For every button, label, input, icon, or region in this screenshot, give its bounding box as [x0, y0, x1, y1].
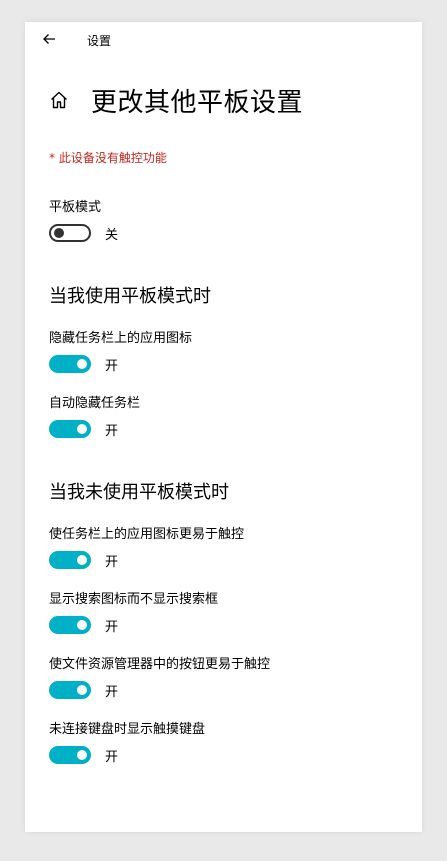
touch-keyboard-label: 未连接键盘时显示触摸键盘 [49, 722, 206, 737]
toggle-state-text: 开 [105, 554, 119, 570]
home-button[interactable] [47, 88, 71, 112]
toggle-state-text: 开 [105, 423, 119, 439]
home-icon [51, 91, 67, 109]
search-icon-instead-label: 显示搜索图标而不显示搜索框 [49, 592, 219, 607]
auto-hide-taskbar-toggle[interactable]: 开 [49, 418, 118, 440]
arrow-left-icon [43, 34, 55, 44]
tablet-mode-toggle[interactable]: 关 [49, 222, 118, 244]
toggle-state-text: 关 [105, 227, 119, 243]
toggle-knob [77, 685, 87, 695]
no-touch-warning: * 此设备没有触控功能 [49, 151, 167, 165]
taskbar-icons-touch-toggle[interactable]: 开 [49, 549, 118, 571]
toggle-switch[interactable] [49, 616, 91, 634]
hide-taskbar-icons-label: 隐藏任务栏上的应用图标 [49, 331, 193, 346]
toggle-knob [77, 620, 87, 630]
touch-keyboard-toggle[interactable]: 开 [49, 744, 118, 766]
toggle-state-text: 开 [105, 358, 119, 374]
explorer-buttons-touch-label: 使文件资源管理器中的按钮更易于触控 [49, 657, 271, 672]
section-heading-not-using-tablet: 当我未使用平板模式时 [49, 482, 229, 503]
toggle-switch[interactable] [49, 420, 91, 438]
toggle-knob [54, 228, 64, 238]
toggle-knob [77, 750, 87, 760]
toggle-state-text: 开 [105, 619, 119, 635]
toggle-switch[interactable] [49, 224, 91, 242]
section-heading-using-tablet: 当我使用平板模式时 [49, 286, 211, 307]
toggle-knob [77, 555, 87, 565]
toggle-knob [77, 424, 87, 434]
app-title: 设置 [87, 34, 112, 48]
toggle-state-text: 开 [105, 684, 119, 700]
title-bar: 设置 [25, 22, 422, 58]
toggle-switch[interactable] [49, 551, 91, 569]
hide-taskbar-icons-toggle[interactable]: 开 [49, 353, 118, 375]
page-title: 更改其他平板设置 [91, 87, 304, 118]
settings-window: 设置 更改其他平板设置 * 此设备没有触控功能 平板模式 关 当我使用平板模式时… [25, 22, 422, 832]
toggle-knob [77, 359, 87, 369]
page-header: 更改其他平板设置 [47, 80, 303, 120]
toggle-switch[interactable] [49, 746, 91, 764]
explorer-buttons-touch-toggle[interactable]: 开 [49, 679, 118, 701]
toggle-switch[interactable] [49, 355, 91, 373]
taskbar-icons-touch-label: 使任务栏上的应用图标更易于触控 [49, 527, 245, 542]
toggle-state-text: 开 [105, 749, 119, 765]
tablet-mode-label: 平板模式 [49, 200, 102, 215]
auto-hide-taskbar-label: 自动隐藏任务栏 [49, 396, 141, 411]
toggle-switch[interactable] [49, 681, 91, 699]
back-button[interactable] [37, 28, 61, 50]
search-icon-instead-toggle[interactable]: 开 [49, 614, 118, 636]
